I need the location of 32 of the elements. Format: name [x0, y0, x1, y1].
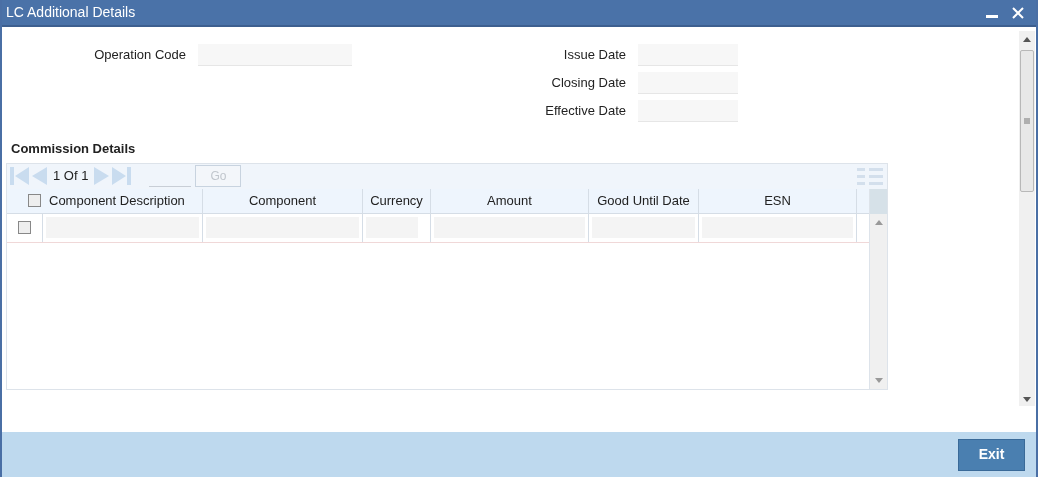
scrollbar[interactable] [1019, 31, 1035, 406]
close-icon[interactable] [1012, 6, 1024, 19]
scroll-thumb[interactable] [1020, 50, 1034, 192]
input-field[interactable] [638, 44, 738, 66]
first-page-icon[interactable] [9, 166, 29, 186]
column-header[interactable]: Good Until Date [589, 188, 699, 213]
field-label: Effective Date [544, 102, 627, 121]
next-page-icon[interactable] [94, 166, 111, 186]
grip-icon [1024, 118, 1030, 124]
field-label: Issue Date [562, 46, 627, 65]
columns-icon[interactable] [857, 166, 883, 186]
column-header[interactable]: Currency [363, 188, 431, 213]
column-header[interactable]: ESN [699, 188, 857, 213]
column-header[interactable]: Component [203, 188, 363, 213]
section-title: Commission Details [11, 140, 137, 158]
minimize-icon[interactable] [986, 14, 998, 19]
input-field[interactable] [638, 100, 738, 122]
scroll-down-icon[interactable] [1023, 397, 1031, 402]
column-header[interactable]: Amount [431, 188, 589, 213]
field-label: Operation Code [93, 46, 187, 65]
checkbox[interactable] [28, 194, 41, 207]
previous-page-icon[interactable] [31, 166, 47, 186]
column-header[interactable]: Component Description [43, 188, 203, 213]
page-indicator: 1 Of 1 [53, 167, 89, 186]
last-page-icon[interactable] [112, 166, 133, 186]
exit-button[interactable]: Exit [958, 438, 1025, 471]
scroll-up-icon[interactable] [1023, 37, 1031, 42]
input-field[interactable] [198, 44, 352, 66]
field-label: Closing Date [550, 74, 627, 93]
input-field[interactable] [638, 72, 738, 94]
checkbox[interactable] [18, 221, 31, 234]
window-title: LC Additional Details [6, 3, 136, 22]
